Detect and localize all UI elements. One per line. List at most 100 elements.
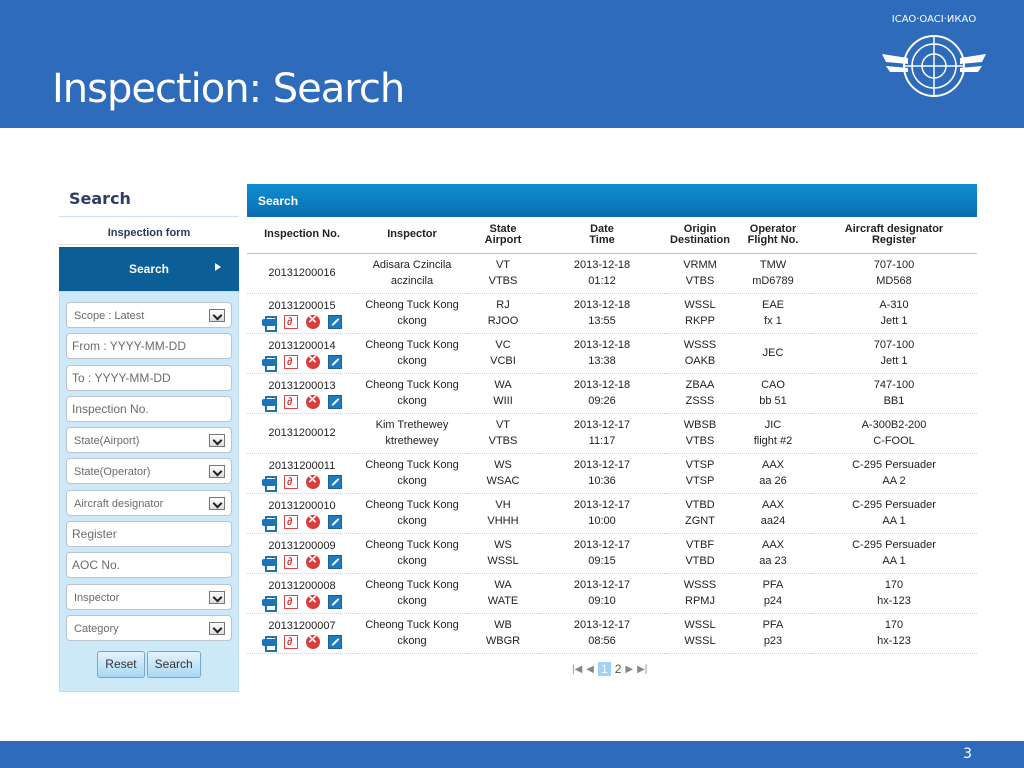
column-header[interactable]: Origin Destination	[665, 217, 735, 254]
column-header[interactable]: Inspector	[357, 217, 467, 254]
pdf-icon[interactable]	[284, 634, 298, 650]
inspection-no-input[interactable]: Inspection No.	[66, 395, 232, 422]
state-operator-select[interactable]: State(Operator)	[66, 458, 232, 485]
pdf-icon[interactable]	[284, 354, 298, 370]
category-value: Category	[74, 622, 119, 635]
edit-icon[interactable]	[328, 634, 342, 649]
reset-button[interactable]: Reset	[97, 650, 145, 678]
ac-cell: 170 hx-123	[811, 573, 977, 614]
delete-icon[interactable]	[306, 352, 320, 369]
last-page-icon[interactable]: ▶|	[637, 664, 647, 675]
print-icon[interactable]	[262, 515, 277, 532]
table-row[interactable]: 20131200011 Cheong Tuck Kong ckong WS WSAC 20…	[247, 453, 977, 494]
chevron-down-icon[interactable]	[209, 590, 225, 604]
print-icon[interactable]	[262, 475, 277, 492]
edit-icon[interactable]	[328, 354, 342, 369]
print-icon[interactable]	[262, 635, 277, 652]
table-row[interactable]: 20131200010 Cheong Tuck Kong ckong VH VHHH 20…	[247, 493, 977, 534]
scope-select[interactable]: Scope : Latest	[66, 302, 232, 328]
state-value: VTBS	[488, 435, 518, 447]
register-input[interactable]: Register	[66, 521, 232, 548]
pdf-icon[interactable]	[284, 314, 298, 330]
edit-icon[interactable]	[328, 394, 342, 409]
dt-cell: 2013-12-17 11:17	[539, 413, 665, 454]
print-icon[interactable]	[262, 395, 277, 412]
table-row[interactable]: 20131200008 Cheong Tuck Kong ckong WA WATE 20…	[247, 573, 977, 614]
pdf-icon[interactable]	[284, 474, 298, 490]
slide-page-number: 3	[963, 746, 972, 762]
delete-icon[interactable]	[306, 592, 320, 609]
inspection-no[interactable]: 20131200010	[247, 498, 357, 514]
table-row[interactable]: 20131200013 Cheong Tuck Kong ckong WA WIII 20…	[247, 373, 977, 414]
page-2-button[interactable]: 2	[615, 662, 622, 676]
sidebar-item-search[interactable]: Search	[59, 247, 239, 291]
edit-icon[interactable]	[328, 554, 342, 569]
search-button[interactable]: Search	[146, 650, 201, 678]
dt-cell: 2013-12-17 09:15	[539, 533, 665, 574]
chevron-down-icon[interactable]	[209, 465, 225, 479]
column-header[interactable]: Aircraft designator Register	[811, 217, 977, 254]
to-date-input[interactable]: To : YYYY-MM-DD	[66, 364, 232, 391]
inspection-no[interactable]: 20131200014	[247, 338, 357, 354]
column-header[interactable]: Date Time	[539, 217, 665, 254]
inspection-no[interactable]: 20131200012	[247, 425, 357, 441]
table-row[interactable]: 20131200012 Kim Trethewey ktrethewey VT VTBS…	[247, 413, 977, 454]
column-header[interactable]: Inspection No.	[247, 217, 357, 254]
ac-value: AA 1	[882, 555, 906, 567]
chevron-down-icon[interactable]	[209, 309, 225, 322]
edit-icon[interactable]	[328, 474, 342, 489]
chevron-down-icon[interactable]	[209, 496, 225, 510]
od-value: VRMM	[683, 259, 717, 271]
first-page-icon[interactable]: |◀	[572, 664, 582, 675]
inspection-no[interactable]: 20131200016	[247, 265, 357, 281]
delete-icon[interactable]	[306, 312, 320, 329]
delete-icon[interactable]	[306, 632, 320, 649]
aoc-no-input[interactable]: AOC No.	[66, 552, 232, 579]
prev-page-icon[interactable]: ◀	[586, 664, 594, 675]
table-row[interactable]: 20131200009 Cheong Tuck Kong ckong WS WSSL 20…	[247, 533, 977, 574]
table-row[interactable]: 20131200015 Cheong Tuck Kong ckong RJ RJOO 20…	[247, 293, 977, 334]
pdf-icon[interactable]	[284, 394, 298, 410]
op-cell: PFA p23	[735, 613, 811, 654]
inspection-no[interactable]: 20131200008	[247, 578, 357, 594]
row-actions	[247, 352, 357, 372]
category-select[interactable]: Category	[66, 614, 232, 641]
pdf-icon[interactable]	[284, 594, 298, 610]
page-1-button[interactable]: 1	[598, 662, 611, 676]
column-header[interactable]: State Airport	[467, 217, 539, 254]
state-airport-select[interactable]: State(Airport)	[66, 427, 232, 454]
edit-icon[interactable]	[328, 594, 342, 609]
state-cell: WA WATE	[467, 573, 539, 614]
sidebar-item-inspection-form[interactable]: Inspection form	[59, 217, 239, 245]
table-row[interactable]: 20131200007 Cheong Tuck Kong ckong WB WBGR 20…	[247, 613, 977, 654]
inspection-no[interactable]: 20131200011	[247, 458, 357, 474]
delete-icon[interactable]	[306, 552, 320, 569]
column-header[interactable]: Operator Flight No.	[735, 217, 811, 254]
print-icon[interactable]	[262, 355, 277, 372]
inspection-no[interactable]: 20131200015	[247, 298, 357, 314]
inspector-select[interactable]: Inspector	[66, 583, 232, 610]
inspection-no[interactable]: 20131200009	[247, 538, 357, 554]
inspection-no[interactable]: 20131200013	[247, 378, 357, 394]
from-date-input[interactable]: From : YYYY-MM-DD	[66, 333, 232, 360]
chevron-down-icon[interactable]	[209, 621, 225, 635]
dt-cell: 2013-12-18 01:12	[539, 253, 665, 294]
delete-icon[interactable]	[306, 472, 320, 489]
print-icon[interactable]	[262, 595, 277, 612]
print-icon[interactable]	[262, 315, 277, 332]
aircraft-designator-select[interactable]: Aircraft designator	[66, 489, 232, 516]
state-value: WSSL	[487, 555, 519, 567]
row-actions	[247, 552, 357, 572]
table-row[interactable]: 20131200016 Adisara Czincila aczincila VT VT…	[247, 253, 977, 294]
print-icon[interactable]	[262, 555, 277, 572]
pdf-icon[interactable]	[284, 554, 298, 570]
delete-icon[interactable]	[306, 392, 320, 409]
chevron-down-icon[interactable]	[209, 434, 225, 448]
edit-icon[interactable]	[328, 314, 342, 329]
edit-icon[interactable]	[328, 514, 342, 529]
delete-icon[interactable]	[306, 512, 320, 529]
inspection-no[interactable]: 20131200007	[247, 618, 357, 634]
pdf-icon[interactable]	[284, 514, 298, 530]
table-row[interactable]: 20131200014 Cheong Tuck Kong ckong VC VCBI 20…	[247, 333, 977, 374]
next-page-icon[interactable]: ▶	[625, 664, 633, 675]
